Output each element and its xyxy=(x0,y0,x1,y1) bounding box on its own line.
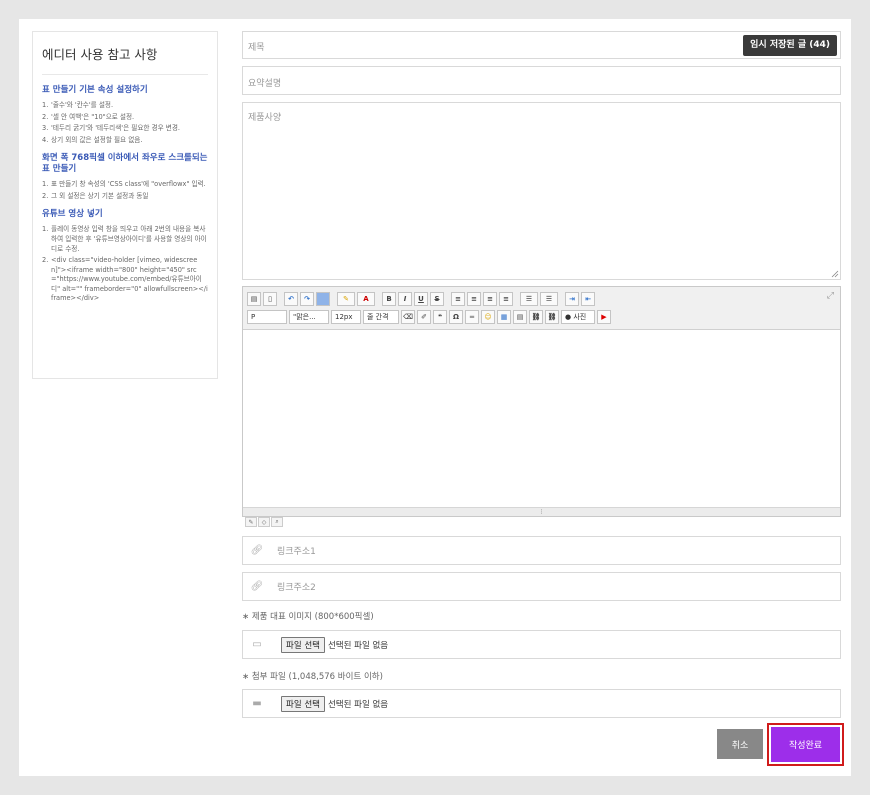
indent-icon[interactable]: ⇥ xyxy=(565,292,579,306)
photo-button[interactable]: ● 사진 xyxy=(561,310,595,324)
line-spacing-select[interactable]: 줄 간격 xyxy=(363,310,399,324)
video-icon[interactable]: ▶ xyxy=(597,310,611,324)
align-center-icon[interactable]: ≡ xyxy=(467,292,481,306)
attach-file-select-button[interactable]: 파일 선택 xyxy=(281,695,325,712)
editor-mode-tabs: ✎ ◇ ⌕ xyxy=(245,517,283,527)
link-icon: 🔗︎ xyxy=(250,545,264,556)
ordered-list-icon[interactable]: ☰ xyxy=(520,292,538,306)
highlight-color-icon[interactable]: ✎ xyxy=(337,292,355,306)
submit-button[interactable]: 작성완료 xyxy=(771,727,840,762)
align-right-icon[interactable]: ≡ xyxy=(483,292,497,306)
toolbar-row-2: P "맑은... 12px 줄 간격 ⌫ ✐ ❝ Ω ═ ☺ ▦ ▤ ⛓ ⛓ ●… xyxy=(247,310,611,324)
image-icon: ▭ xyxy=(252,639,262,650)
link1-input[interactable]: 🔗︎ 링크주소1 xyxy=(242,536,841,565)
eraser-icon[interactable]: ⌫ xyxy=(401,310,415,324)
list-item: 1. 표 만들기 창 속성의 'CSS class'에 "overflowx" 입… xyxy=(42,180,206,189)
guide-heading-youtube: 유튜브 영상 넣기 xyxy=(42,209,103,220)
emoticon-icon[interactable]: ☺ xyxy=(481,310,495,324)
toolbar-row-1: ▤ ▯ ↶ ↷ ✎ A B I U S ≡ ≡ ≡ ≡ ☰ ☰ ⇥ ⇤ xyxy=(247,292,595,306)
edit-mode-icon[interactable]: ✎ xyxy=(245,517,257,527)
unordered-list-icon[interactable]: ☰ xyxy=(540,292,558,306)
align-left-icon[interactable]: ≡ xyxy=(451,292,465,306)
preview-mode-icon[interactable]: ⌕ xyxy=(271,517,283,527)
attachment-upload-field: ▬ 파일 선택 선택된 파일 없음 xyxy=(242,689,841,718)
list-item: 3. '테두리 굵기'와 '테두리색'은 필요한 경우 변경. xyxy=(42,124,181,133)
new-document-icon[interactable]: ▯ xyxy=(263,292,277,306)
html-mode-icon[interactable]: ◇ xyxy=(258,517,270,527)
attach-note: ∗ 첨부 파일 (1,048,576 바이트 이하) xyxy=(242,672,383,682)
table-icon[interactable]: ▦ xyxy=(497,310,511,324)
link-icon[interactable]: ⛓ xyxy=(529,310,543,324)
fullscreen-icon[interactable]: ⤢ xyxy=(827,291,834,301)
image-upload-field: ▭ 파일 선택 선택된 파일 없음 xyxy=(242,630,841,659)
strikethrough-icon[interactable]: S xyxy=(430,292,444,306)
title-placeholder: 제목 xyxy=(248,43,265,53)
guide-heading-scroll-table: 화면 폭 768픽셀 이하에서 좌우로 스크롤되는 표 만들기 xyxy=(42,153,208,175)
format-select[interactable]: P xyxy=(247,310,287,324)
list-item: 2. <div class="video-holder [vimeo, wides… xyxy=(42,256,208,303)
temp-saved-button[interactable]: 임시 저장된 글 (44) xyxy=(743,35,837,56)
list-item: 1. '줄수'와 '칸수'를 설정. xyxy=(42,101,114,110)
font-color-icon[interactable]: A xyxy=(357,292,375,306)
unlink-icon[interactable]: ⛓ xyxy=(545,310,559,324)
rich-text-editor: ▤ ▯ ↶ ↷ ✎ A B I U S ≡ ≡ ≡ ≡ ☰ ☰ ⇥ ⇤ P "맑… xyxy=(242,286,841,517)
horizontal-line-icon[interactable]: ═ xyxy=(465,310,479,324)
font-size-select[interactable]: 12px xyxy=(331,310,361,324)
link-icon: 🔗︎ xyxy=(250,581,264,592)
font-select[interactable]: "맑은... xyxy=(289,310,329,324)
align-justify-icon[interactable]: ≡ xyxy=(499,292,513,306)
link1-placeholder: 링크주소1 xyxy=(277,547,316,557)
special-char-icon[interactable]: Ω xyxy=(449,310,463,324)
title-input[interactable]: 제목 임시 저장된 글 (44) xyxy=(242,31,841,59)
resize-handle-icon[interactable] xyxy=(831,270,839,278)
format-painter-icon[interactable]: ✐ xyxy=(417,310,431,324)
italic-icon[interactable]: I xyxy=(398,292,412,306)
sidebar-title: 에디터 사용 참고 사항 xyxy=(42,42,208,75)
image-note: ∗ 제품 대표 이미지 (800*600픽셀) xyxy=(242,612,374,622)
list-item: 2. 그 외 설정은 상기 기본 설정과 동일 xyxy=(42,191,149,200)
link2-placeholder: 링크주소2 xyxy=(277,583,316,593)
attach-file-status: 선택된 파일 없음 xyxy=(327,699,389,710)
outdent-icon[interactable]: ⇤ xyxy=(581,292,595,306)
guide-list-scroll-table: 1. 표 만들기 창 속성의 'CSS class'에 "overflowx" 입… xyxy=(42,180,208,201)
summary-input[interactable]: 요약설명 xyxy=(242,66,841,95)
undo-icon[interactable]: ↶ xyxy=(284,292,298,306)
editor-toolbar: ▤ ▯ ↶ ↷ ✎ A B I U S ≡ ≡ ≡ ≡ ☰ ☰ ⇥ ⇤ P "맑… xyxy=(243,287,840,330)
image-file-status: 선택된 파일 없음 xyxy=(327,640,389,651)
redo-icon[interactable]: ↷ xyxy=(300,292,314,306)
editor-guide-sidebar: 에디터 사용 참고 사항 표 만들기 기본 속성 설정하기 1. '줄수'와 '칸… xyxy=(32,31,218,379)
guide-list-youtube: 1. 플레이 동영상 입력 창을 띄우고 아래 2번의 내용을 복사하여 입력한 … xyxy=(42,225,208,303)
underline-icon[interactable]: U xyxy=(414,292,428,306)
link2-input[interactable]: 🔗︎ 링크주소2 xyxy=(242,572,841,601)
cancel-button[interactable]: 취소 xyxy=(717,729,763,759)
folder-icon: ▬ xyxy=(252,698,262,709)
spec-textarea[interactable]: 제품사양 xyxy=(242,102,841,280)
image-file-select-button[interactable]: 파일 선택 xyxy=(281,636,325,653)
list-item: 2. '셀 안 여백'은 "10"으로 설정. xyxy=(42,112,135,121)
guide-list-table: 1. '줄수'와 '칸수'를 설정. 2. '셀 안 여백'은 "10"으로 설정.… xyxy=(42,101,208,145)
table-edit-icon[interactable]: ▤ xyxy=(513,310,527,324)
editor-content-area[interactable] xyxy=(243,330,840,507)
bold-icon[interactable]: B xyxy=(382,292,396,306)
select-all-icon[interactable] xyxy=(316,292,330,306)
summary-placeholder: 요약설명 xyxy=(248,79,282,89)
list-item: 4. 상기 외의 값은 설정할 필요 없음. xyxy=(42,135,143,144)
editor-resize-bar[interactable]: ⁞ xyxy=(243,507,840,516)
camera-icon: ● xyxy=(565,313,572,321)
quote-icon[interactable]: ❝ xyxy=(433,310,447,324)
spec-placeholder: 제품사양 xyxy=(248,113,282,123)
list-item: 1. 플레이 동영상 입력 창을 띄우고 아래 2번의 내용을 복사하여 입력한 … xyxy=(42,225,207,253)
print-icon[interactable]: ▤ xyxy=(247,292,261,306)
guide-heading-table: 표 만들기 기본 속성 설정하기 xyxy=(42,85,148,95)
